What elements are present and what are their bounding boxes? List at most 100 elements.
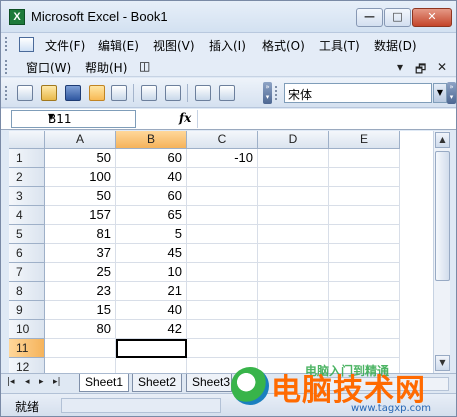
cell-a2[interactable]: 100 [45,168,116,187]
row-header-6[interactable]: 6 [9,244,45,263]
cell-b11[interactable] [116,339,187,358]
cell-a5[interactable]: 81 [45,225,116,244]
email-icon[interactable] [111,85,127,101]
cell-b7[interactable]: 10 [116,263,187,282]
row-header-12[interactable]: 12 [9,358,45,373]
new-icon[interactable] [17,85,33,101]
column-header-c[interactable]: C [187,131,258,149]
row-header-1[interactable]: 1 [9,149,45,168]
font-toolbar-options-icon[interactable]: » ▾ [447,82,456,104]
cell-e2[interactable] [329,168,400,187]
cell-a12[interactable] [45,358,116,373]
select-all-corner[interactable] [9,131,45,149]
menu-file[interactable]: 文件(F) [45,37,85,54]
tab-sheet3[interactable]: Sheet3 [186,374,232,392]
cell-d1[interactable] [258,149,329,168]
cell-d11[interactable] [258,339,329,358]
menu-format[interactable]: 格式(O) [262,37,305,54]
font-dropdown-arrow-icon[interactable]: ▼ [433,83,447,103]
permission-icon[interactable] [89,85,105,101]
cell-b8[interactable]: 21 [116,282,187,301]
column-header-d[interactable]: D [258,131,329,149]
tab-sheet1[interactable]: Sheet1 [79,374,130,392]
prev-sheet-icon[interactable]: ◂ [25,377,30,387]
ime-icon[interactable]: ◫ [139,59,150,73]
cell-b6[interactable]: 45 [116,244,187,263]
first-sheet-icon[interactable]: |◂ [7,377,15,387]
cell-b12[interactable] [116,358,187,373]
font-name-select[interactable]: 宋体 [284,83,432,103]
name-box[interactable]: B11 ▼ [11,110,136,128]
doc-menu-dropdown-icon[interactable]: ▾ [397,60,403,74]
row-header-3[interactable]: 3 [9,187,45,206]
cell-c1[interactable]: -10 [187,149,258,168]
spelling-icon[interactable] [195,85,211,101]
menu-grip-handle-2[interactable] [5,60,8,74]
menu-help[interactable]: 帮助(H) [85,59,127,76]
cell-b2[interactable]: 40 [116,168,187,187]
cell-e7[interactable] [329,263,400,282]
cell-c8[interactable] [187,282,258,301]
cell-a7[interactable]: 25 [45,263,116,282]
cell-c2[interactable] [187,168,258,187]
print-icon[interactable] [141,85,157,101]
cell-c9[interactable] [187,301,258,320]
menu-window[interactable]: 窗口(W) [26,59,71,76]
row-header-8[interactable]: 8 [9,282,45,301]
cell-c6[interactable] [187,244,258,263]
maximize-button[interactable]: □ [384,8,411,27]
cell-a9[interactable]: 15 [45,301,116,320]
cell-e8[interactable] [329,282,400,301]
cell-b9[interactable]: 40 [116,301,187,320]
open-icon[interactable] [41,85,57,101]
cell-e4[interactable] [329,206,400,225]
cell-a10[interactable]: 80 [45,320,116,339]
row-header-11[interactable]: 11 [9,339,45,358]
cell-d7[interactable] [258,263,329,282]
cell-e1[interactable] [329,149,400,168]
cell-e6[interactable] [329,244,400,263]
vertical-scroll-thumb[interactable] [435,151,450,281]
row-header-5[interactable]: 5 [9,225,45,244]
cell-c3[interactable] [187,187,258,206]
menu-tools[interactable]: 工具(T) [319,37,360,54]
cell-e5[interactable] [329,225,400,244]
scroll-up-icon[interactable]: ▲ [435,132,450,148]
column-header-a[interactable]: A [45,131,116,149]
tab-sheet2[interactable]: Sheet2 [132,374,183,392]
cell-d8[interactable] [258,282,329,301]
row-header-4[interactable]: 4 [9,206,45,225]
cell-d2[interactable] [258,168,329,187]
cell-b10[interactable]: 42 [116,320,187,339]
menu-view[interactable]: 视图(V) [153,37,195,54]
minimize-button[interactable]: — [356,8,383,27]
cell-c4[interactable] [187,206,258,225]
cell-a4[interactable]: 157 [45,206,116,225]
row-header-9[interactable]: 9 [9,301,45,320]
cell-b1[interactable]: 60 [116,149,187,168]
toolbar-options-icon[interactable]: » ▾ [263,82,272,104]
cell-d9[interactable] [258,301,329,320]
document-icon[interactable] [19,37,34,52]
cell-d3[interactable] [258,187,329,206]
cell-c5[interactable] [187,225,258,244]
cell-c11[interactable] [187,339,258,358]
doc-close-icon[interactable]: ✕ [437,60,447,74]
name-box-dropdown-icon[interactable]: ▼ [48,112,129,121]
cell-b4[interactable]: 65 [116,206,187,225]
column-header-e[interactable]: E [329,131,400,149]
cell-d4[interactable] [258,206,329,225]
cell-a11[interactable] [45,339,116,358]
menu-grip-handle[interactable] [5,37,8,51]
font-toolbar-grip-handle[interactable] [275,86,278,100]
cell-b3[interactable]: 60 [116,187,187,206]
cell-d6[interactable] [258,244,329,263]
cell-c7[interactable] [187,263,258,282]
print-preview-icon[interactable] [165,85,181,101]
row-header-2[interactable]: 2 [9,168,45,187]
cell-a3[interactable]: 50 [45,187,116,206]
cell-b5[interactable]: 5 [116,225,187,244]
insert-function-icon[interactable]: fx [179,111,191,125]
cell-d5[interactable] [258,225,329,244]
research-icon[interactable] [219,85,235,101]
